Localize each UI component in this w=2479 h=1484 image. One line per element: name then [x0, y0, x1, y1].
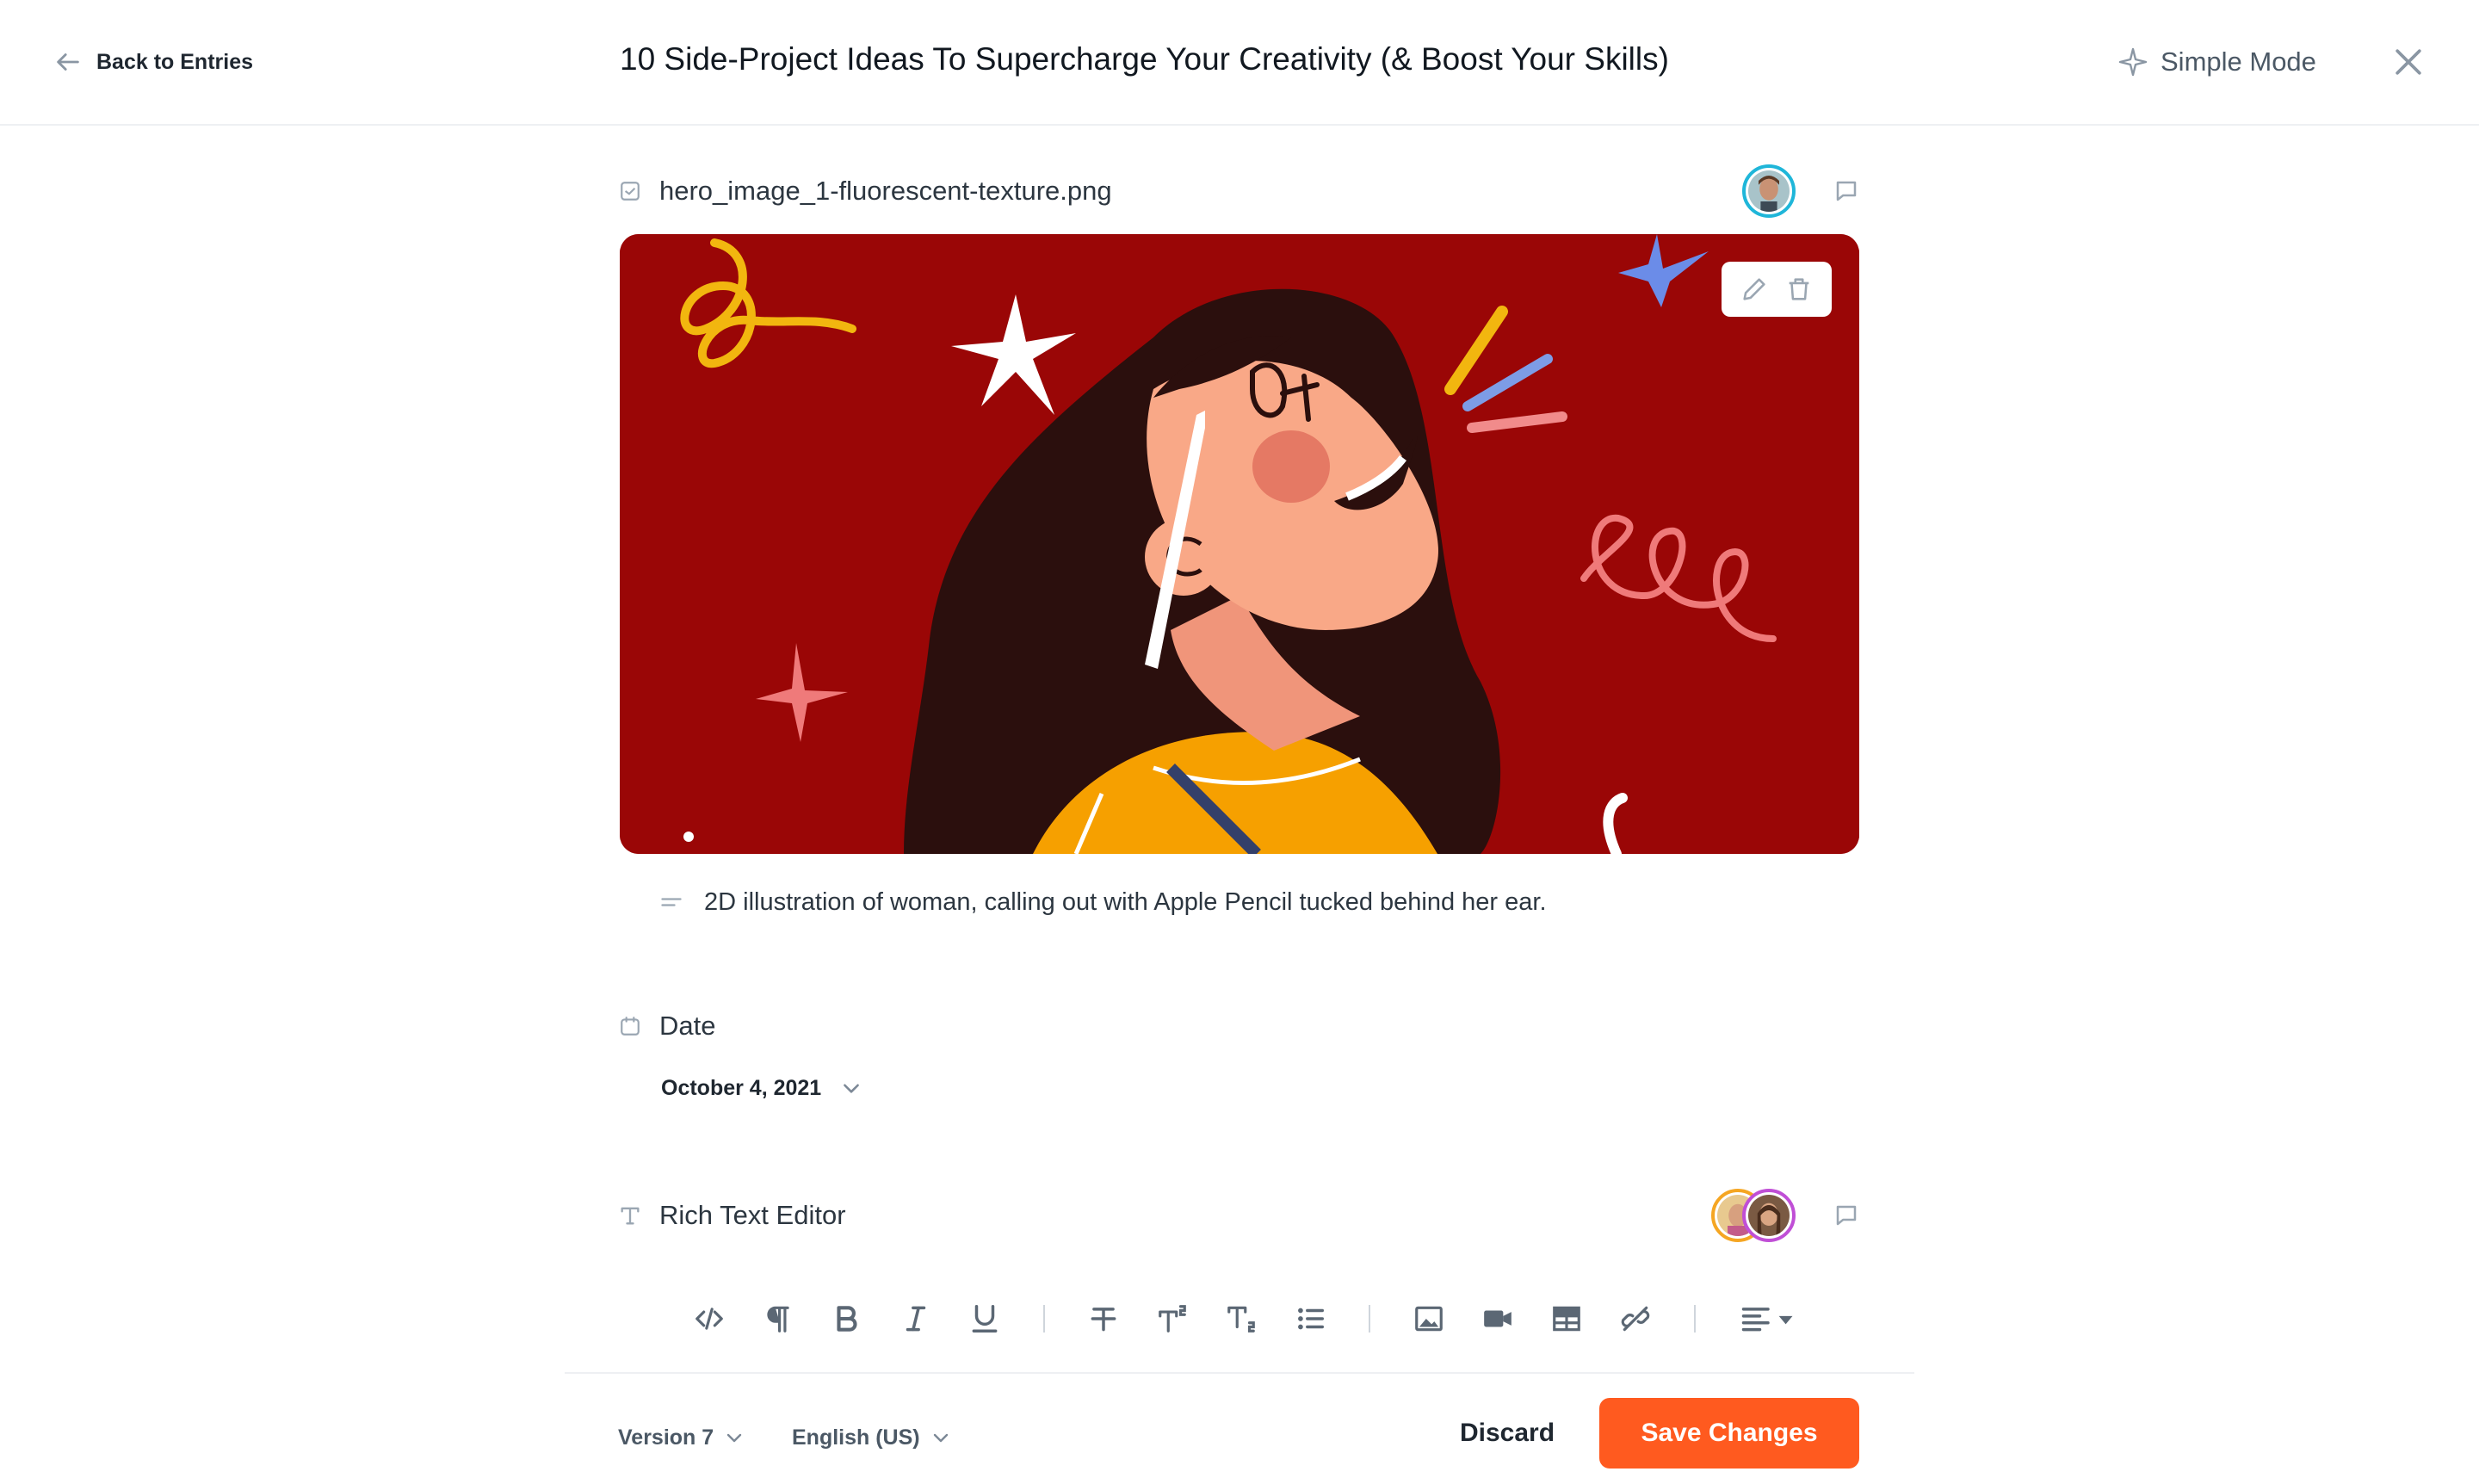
table-button[interactable] — [1546, 1298, 1587, 1339]
table-icon — [1553, 1306, 1580, 1332]
footer-bar: Version 7 English (US) Discard Save Chan… — [565, 1372, 1914, 1484]
image-file-icon — [618, 179, 642, 203]
rich-text-toolbar — [689, 1293, 1830, 1345]
pencil-icon[interactable] — [1740, 275, 1769, 304]
underline-icon — [972, 1305, 998, 1333]
caption-text: 2D illustration of woman, calling out wi… — [704, 887, 1547, 916]
chevron-down-icon — [844, 1084, 860, 1093]
language-label: English (US) — [792, 1425, 920, 1450]
hero-image — [620, 234, 1859, 854]
date-field-header: Date — [618, 1000, 1859, 1052]
bold-icon — [837, 1306, 857, 1332]
align-dropdown[interactable] — [1734, 1298, 1802, 1339]
user-avatar-image — [1748, 170, 1790, 212]
rich-text-field-header: Rich Text Editor — [618, 1189, 1859, 1242]
arrow-left-icon — [57, 53, 79, 71]
italic-button[interactable] — [895, 1298, 937, 1339]
save-changes-button[interactable]: Save Changes — [1599, 1398, 1859, 1469]
align-left-icon — [1741, 1308, 1793, 1332]
collaborator-avatars[interactable] — [1711, 1189, 1796, 1242]
date-label: Date — [659, 1011, 716, 1041]
subscript-icon — [1227, 1306, 1255, 1333]
back-label: Back to Entries — [96, 49, 254, 74]
avatar[interactable] — [1742, 164, 1796, 218]
bullet-list-icon — [1298, 1308, 1324, 1330]
simple-mode-toggle[interactable]: Simple Mode — [2117, 43, 2316, 81]
hero-illustration — [620, 234, 1859, 854]
paragraph-icon — [767, 1306, 789, 1333]
image-field-header: hero_image_1-fluorescent-texture.png — [618, 164, 1859, 218]
comment-icon[interactable] — [1833, 1203, 1859, 1228]
top-bar: Back to Entries 10 Side-Project Ideas To… — [0, 0, 2479, 126]
avatar[interactable] — [1742, 1189, 1796, 1242]
page-title: 10 Side-Project Ideas To Supercharge You… — [620, 41, 1669, 77]
image-filename: hero_image_1-fluorescent-texture.png — [659, 176, 1112, 206]
language-dropdown[interactable]: English (US) — [792, 1420, 951, 1455]
comment-icon[interactable] — [1833, 178, 1859, 204]
close-icon[interactable] — [2389, 43, 2427, 81]
unlink-icon — [1621, 1306, 1650, 1332]
unlink-button[interactable] — [1615, 1298, 1656, 1339]
strikethrough-button[interactable] — [1083, 1298, 1124, 1339]
toolbar-divider — [1694, 1305, 1696, 1333]
subscript-button[interactable] — [1221, 1298, 1262, 1339]
image-icon — [1415, 1306, 1443, 1332]
chevron-down-icon — [933, 1433, 948, 1443]
superscript-button[interactable] — [1152, 1298, 1193, 1339]
strikethrough-icon — [1091, 1308, 1116, 1332]
italic-icon — [906, 1306, 926, 1332]
text-lines-icon — [661, 898, 682, 906]
trash-icon[interactable] — [1784, 275, 1814, 304]
sparkle-icon — [2118, 47, 2148, 77]
image-caption[interactable]: 2D illustration of woman, calling out wi… — [659, 885, 1547, 919]
simple-mode-label: Simple Mode — [2161, 46, 2316, 77]
bold-button[interactable] — [826, 1298, 868, 1339]
text-type-icon — [618, 1203, 642, 1227]
chevron-down-icon — [726, 1433, 742, 1443]
video-button[interactable] — [1477, 1298, 1518, 1339]
rich-text-label: Rich Text Editor — [659, 1200, 846, 1230]
version-dropdown[interactable]: Version 7 — [618, 1420, 745, 1455]
image-button[interactable] — [1408, 1298, 1450, 1339]
video-icon — [1484, 1310, 1512, 1327]
calendar-icon — [618, 1014, 642, 1038]
toolbar-divider — [1043, 1305, 1045, 1333]
superscript-icon — [1159, 1305, 1186, 1333]
image-actions — [1722, 262, 1832, 317]
date-picker[interactable]: October 4, 2021 — [661, 1071, 862, 1105]
user-avatar-image — [1748, 1195, 1790, 1236]
version-label: Version 7 — [618, 1425, 714, 1450]
toolbar-divider — [1369, 1305, 1370, 1333]
date-value: October 4, 2021 — [661, 1075, 822, 1100]
back-to-entries-link[interactable]: Back to Entries — [53, 45, 253, 79]
bullet-list-button[interactable] — [1289, 1298, 1331, 1339]
discard-button[interactable]: Discard — [1460, 1419, 1555, 1448]
code-icon — [695, 1308, 723, 1330]
paragraph-button[interactable] — [757, 1298, 799, 1339]
code-button[interactable] — [689, 1298, 730, 1339]
underline-button[interactable] — [964, 1298, 1005, 1339]
